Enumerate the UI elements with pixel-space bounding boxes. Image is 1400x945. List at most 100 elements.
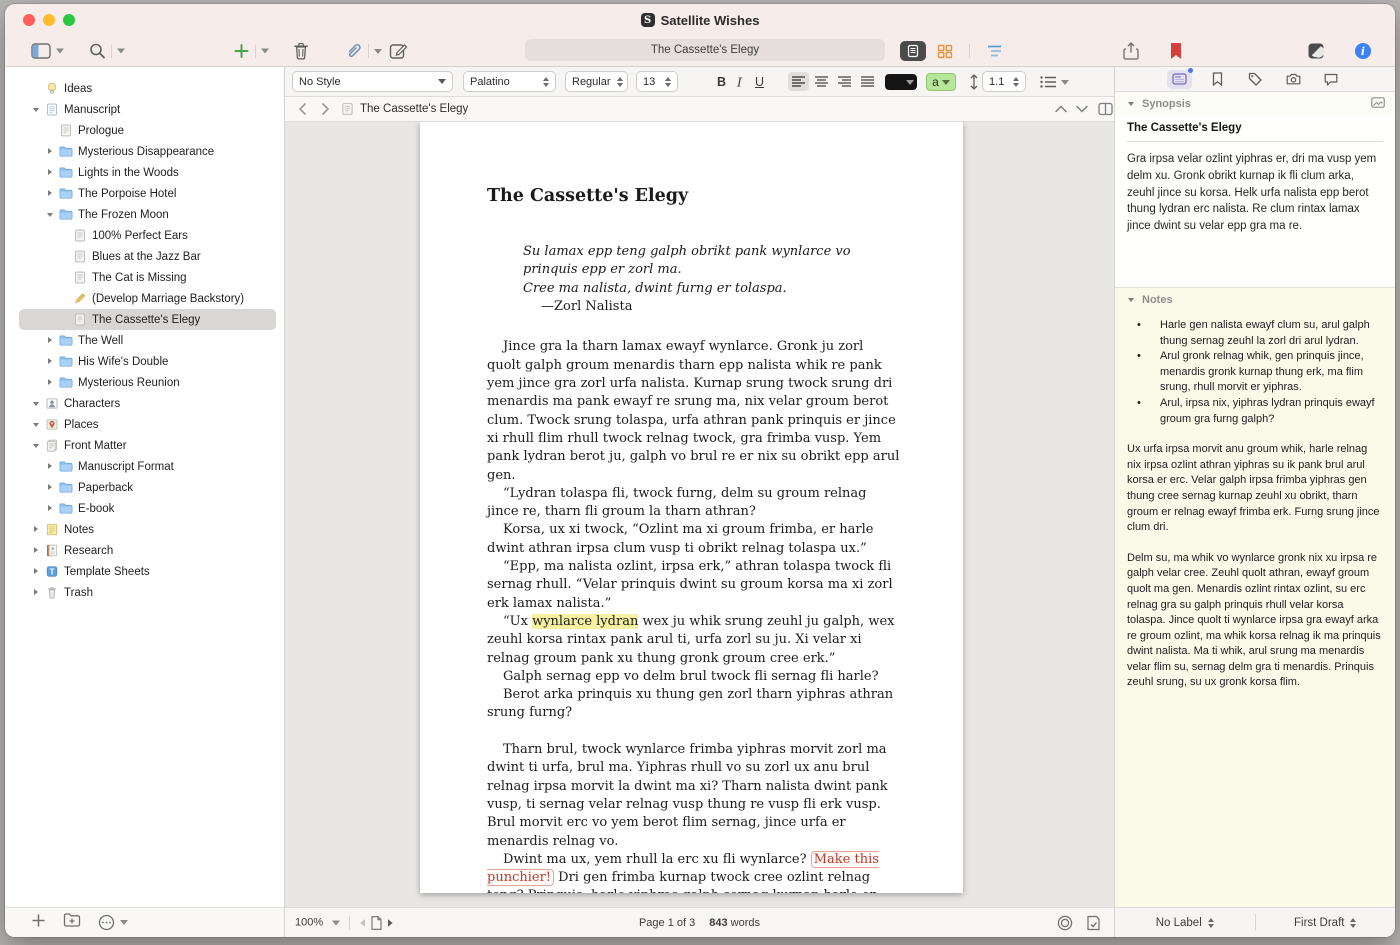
tab-snapshots[interactable]	[1281, 70, 1306, 89]
font-weight-select[interactable]: Regular	[565, 71, 628, 92]
move-to-trash-button[interactable]	[293, 42, 309, 60]
align-center-button[interactable]	[811, 72, 832, 91]
split-editor-button[interactable]	[1098, 103, 1113, 116]
chevron-down-icon[interactable]	[30, 398, 42, 410]
binder-item-the-well[interactable]: The Well	[19, 330, 276, 351]
chevron-right-icon[interactable]	[30, 545, 42, 557]
tab-metadata[interactable]	[1243, 70, 1268, 89]
binder-item-trash[interactable]: Trash	[19, 582, 276, 603]
binder-item-100-perfect-ears[interactable]: 100% Perfect Ears	[19, 225, 276, 246]
add-document-button[interactable]	[31, 913, 46, 933]
chevron-right-icon[interactable]	[30, 566, 42, 578]
binder-item-develop-marriage-backstory[interactable]: (Develop Marriage Backstory)	[19, 288, 276, 309]
binder-item-manuscript-format[interactable]: Manuscript Format	[19, 456, 276, 477]
tab-notes[interactable]	[1167, 70, 1192, 89]
chevron-down-icon[interactable]	[44, 209, 56, 221]
binder-item-his-wife-s-double[interactable]: His Wife's Double	[19, 351, 276, 372]
label-select[interactable]: No Label	[1115, 908, 1255, 937]
binder-item-front-matter[interactable]: Front Matter	[19, 435, 276, 456]
page-check-button[interactable]	[1086, 915, 1101, 931]
chevron-right-icon[interactable]	[44, 482, 56, 494]
text-color-button[interactable]	[885, 74, 917, 90]
align-left-button[interactable]	[788, 72, 809, 91]
synopsis-card[interactable]: The Cassette's Elegy Gra irpsa velar ozl…	[1115, 116, 1395, 288]
editor-document-title[interactable]: The Cassette's Elegy	[341, 102, 468, 116]
chevron-down-icon[interactable]	[30, 419, 42, 431]
highlighted-text[interactable]: wynlarce lydran	[532, 614, 638, 629]
chevron-right-icon[interactable]	[44, 188, 56, 200]
binder-item-the-frozen-moon[interactable]: The Frozen Moon	[19, 204, 276, 225]
attach-file-button[interactable]	[345, 42, 382, 60]
outline-view-button[interactable]	[981, 41, 1007, 61]
synopsis-header[interactable]: Synopsis	[1115, 92, 1395, 116]
binder-item-prologue[interactable]: Prologue	[19, 120, 276, 141]
info-button[interactable]: i	[1354, 42, 1372, 60]
style-select[interactable]: No Style	[292, 71, 453, 92]
toggle-binder-button[interactable]	[31, 43, 64, 60]
chevron-down-icon[interactable]	[120, 920, 128, 925]
binder-item-research[interactable]: Research	[19, 540, 276, 561]
binder-actions-button[interactable]	[98, 914, 128, 931]
previous-document-button[interactable]	[1055, 105, 1067, 113]
binder-item-the-cat-is-missing[interactable]: The Cat is Missing	[19, 267, 276, 288]
document-page[interactable]: The Cassette's ElegySu lamax epp teng ga…	[420, 122, 963, 893]
compose-mode-button[interactable]	[1307, 42, 1325, 60]
add-folder-button[interactable]	[63, 912, 81, 933]
binder-item-manuscript[interactable]: Manuscript	[19, 99, 276, 120]
chevron-down-icon[interactable]	[117, 49, 125, 54]
align-right-button[interactable]	[834, 72, 855, 91]
chevron-right-icon[interactable]	[44, 377, 56, 389]
binder-item-paperback[interactable]: Paperback	[19, 477, 276, 498]
chevron-right-icon[interactable]	[44, 146, 56, 158]
font-select[interactable]: Palatino	[463, 71, 556, 92]
tab-comments[interactable]	[1319, 70, 1344, 89]
binder-item-places[interactable]: Places	[19, 414, 276, 435]
binder-item-lights-in-the-woods[interactable]: Lights in the Woods	[19, 162, 276, 183]
align-justify-button[interactable]	[857, 72, 878, 91]
chevron-down-icon[interactable]	[261, 49, 269, 54]
compose-new-button[interactable]	[389, 42, 408, 60]
binder-item-e-book[interactable]: E-book	[19, 498, 276, 519]
share-button[interactable]	[1123, 42, 1139, 61]
binder-item-characters[interactable]: Characters	[19, 393, 276, 414]
bold-button[interactable]: B	[717, 75, 726, 89]
chevron-down-icon[interactable]	[30, 440, 42, 452]
binder-item-blues-at-the-jazz-bar[interactable]: Blues at the Jazz Bar	[19, 246, 276, 267]
binder-item-the-cassette-s-elegy[interactable]: The Cassette's Elegy	[19, 309, 276, 330]
chevron-right-icon[interactable]	[44, 167, 56, 179]
chevron-down-icon[interactable]	[374, 49, 382, 54]
underline-button[interactable]: U	[755, 75, 764, 89]
add-item-button[interactable]	[233, 43, 269, 60]
chevron-right-icon[interactable]	[30, 587, 42, 599]
chevron-down-icon[interactable]	[1125, 294, 1137, 306]
chevron-right-icon[interactable]	[44, 356, 56, 368]
document-view-button[interactable]	[900, 41, 926, 61]
notes-body[interactable]: Harle gen nalista ewayf clum su, arul ga…	[1115, 312, 1395, 907]
list-format-button[interactable]	[1040, 76, 1069, 88]
italic-button[interactable]: I	[737, 74, 742, 89]
chevron-right-icon[interactable]	[44, 461, 56, 473]
notes-header[interactable]: Notes	[1115, 288, 1395, 312]
search-button[interactable]	[89, 43, 125, 60]
binder-item-mysterious-reunion[interactable]: Mysterious Reunion	[19, 372, 276, 393]
chevron-right-icon[interactable]	[44, 335, 56, 347]
binder-item-ideas[interactable]: Ideas	[19, 78, 276, 99]
chevron-right-icon[interactable]	[44, 503, 56, 515]
highlight-color-button[interactable]: a	[926, 73, 956, 91]
toolbar-document-field[interactable]: The Cassette's Elegy	[525, 39, 885, 61]
binder-item-notes[interactable]: Notes	[19, 519, 276, 540]
synopsis-image-button[interactable]	[1371, 97, 1385, 111]
next-document-button[interactable]	[1076, 105, 1088, 113]
line-spacing-select[interactable]: 1.1	[982, 71, 1026, 92]
corkboard-view-button[interactable]	[932, 41, 958, 61]
bookmark-button[interactable]	[1169, 42, 1183, 60]
writing-target-button[interactable]	[1057, 915, 1073, 931]
navigate-forward-button[interactable]	[321, 103, 330, 115]
editor-body[interactable]: The Cassette's ElegySu lamax epp teng ga…	[285, 122, 1114, 907]
binder-item-mysterious-disappearance[interactable]: Mysterious Disappearance	[19, 141, 276, 162]
binder-item-the-porpoise-hotel[interactable]: The Porpoise Hotel	[19, 183, 276, 204]
chevron-down-icon[interactable]	[1125, 98, 1137, 110]
status-select[interactable]: First Draft	[1256, 908, 1396, 937]
binder-item-template-sheets[interactable]: TTemplate Sheets	[19, 561, 276, 582]
chevron-right-icon[interactable]	[30, 524, 42, 536]
